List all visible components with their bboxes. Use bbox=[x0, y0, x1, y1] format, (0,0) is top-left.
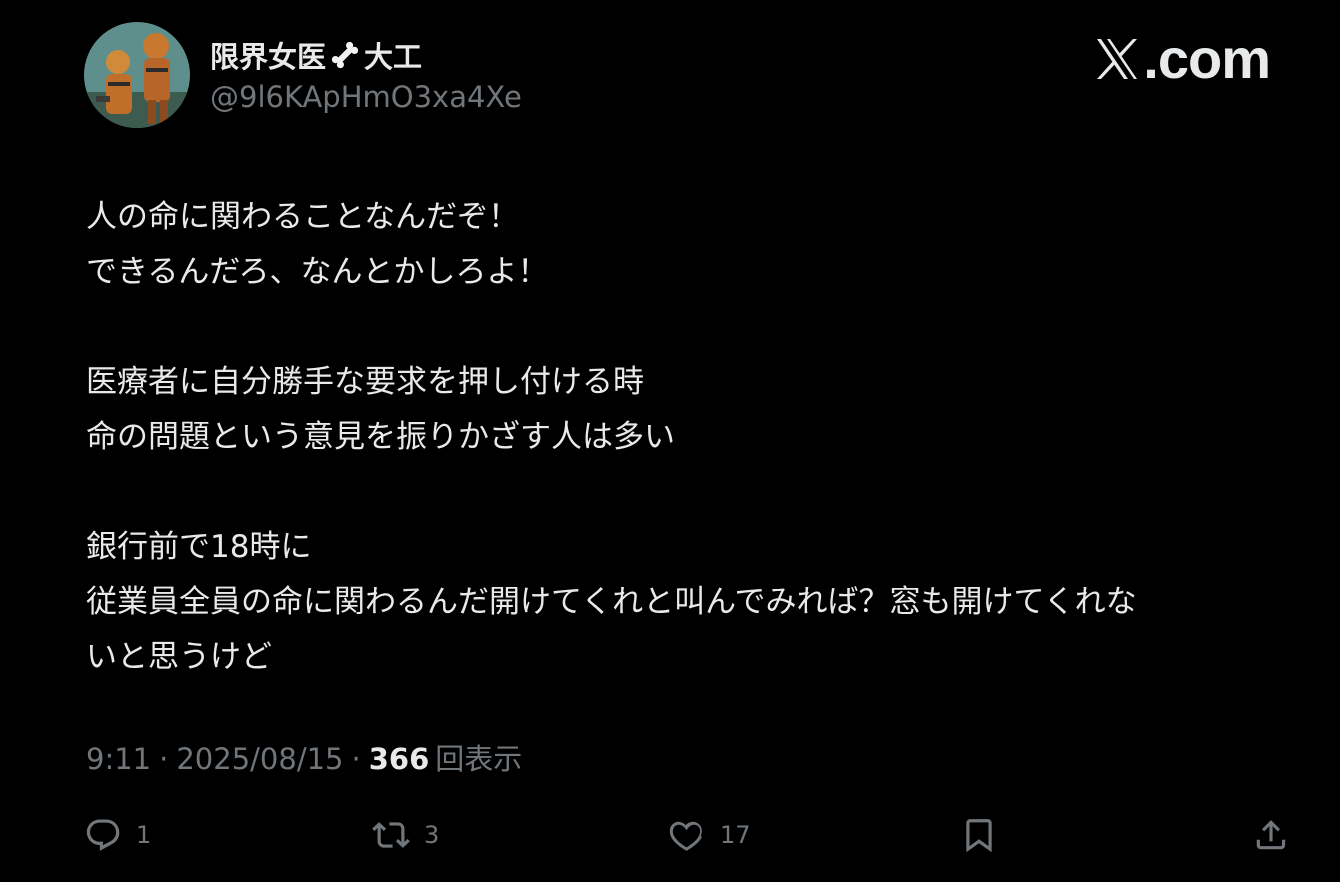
like-count: 17 bbox=[720, 821, 751, 849]
avatar-image bbox=[84, 22, 190, 128]
repost-icon bbox=[372, 822, 410, 848]
bone-icon bbox=[328, 38, 362, 72]
tweet-meta: 9:11 · 2025/08/15 · 366 回表示 bbox=[86, 736, 522, 778]
repost-button[interactable]: 3 bbox=[372, 808, 439, 862]
repost-count: 3 bbox=[424, 821, 440, 849]
tweet-date[interactable]: 2025/08/15 bbox=[176, 742, 343, 776]
share-icon bbox=[1256, 820, 1286, 850]
brand-suffix: .com bbox=[1143, 27, 1271, 90]
avatar[interactable] bbox=[84, 22, 190, 128]
views-label: 回表示 bbox=[435, 742, 523, 776]
reply-icon bbox=[86, 819, 120, 851]
display-name-suffix: 大工 bbox=[364, 40, 423, 74]
like-button[interactable]: 17 bbox=[668, 808, 751, 862]
reply-button[interactable]: 1 bbox=[84, 808, 151, 862]
display-name-prefix: 限界女医 bbox=[210, 40, 327, 74]
tweet-line: 医療者に自分勝手な要求を押し付ける時 bbox=[86, 364, 644, 400]
bookmark-icon bbox=[966, 819, 992, 853]
heart-icon bbox=[669, 821, 703, 851]
display-name[interactable]: 限界女医 大工 bbox=[210, 36, 422, 74]
meta-separator: · bbox=[351, 742, 361, 776]
tweet-line: 従業員全員の命に関わるんだ開けてくれと叫んでみれば？窓も開けてくれな bbox=[86, 584, 1137, 620]
action-bar: 1 3 17 bbox=[0, 808, 1340, 862]
tweet-text: 人の命に関わることなんだぞ！ できるんだろ、なんとかしろよ！ 医療者に自分勝手な… bbox=[86, 190, 1306, 685]
tweet-line: いと思うけど bbox=[86, 639, 272, 675]
tweet-line: できるんだろ、なんとかしろよ！ bbox=[86, 254, 549, 290]
user-handle[interactable]: @9l6KApHmO3xa4Xe bbox=[210, 80, 522, 114]
views-count[interactable]: 366 bbox=[369, 742, 430, 776]
tweet-line: 銀行前で18時に bbox=[86, 529, 312, 565]
share-button[interactable] bbox=[1252, 808, 1290, 862]
reply-count: 1 bbox=[136, 821, 152, 849]
tweet-line: 人の命に関わることなんだぞ！ bbox=[86, 199, 520, 235]
bookmark-button[interactable] bbox=[960, 808, 998, 862]
meta-separator: · bbox=[159, 742, 169, 776]
tweet-line: 命の問題という意見を振りかざす人は多い bbox=[86, 419, 675, 455]
x-brand: .com bbox=[1093, 26, 1271, 91]
tweet-time[interactable]: 9:11 bbox=[86, 742, 151, 776]
x-logo-icon bbox=[1097, 38, 1138, 79]
